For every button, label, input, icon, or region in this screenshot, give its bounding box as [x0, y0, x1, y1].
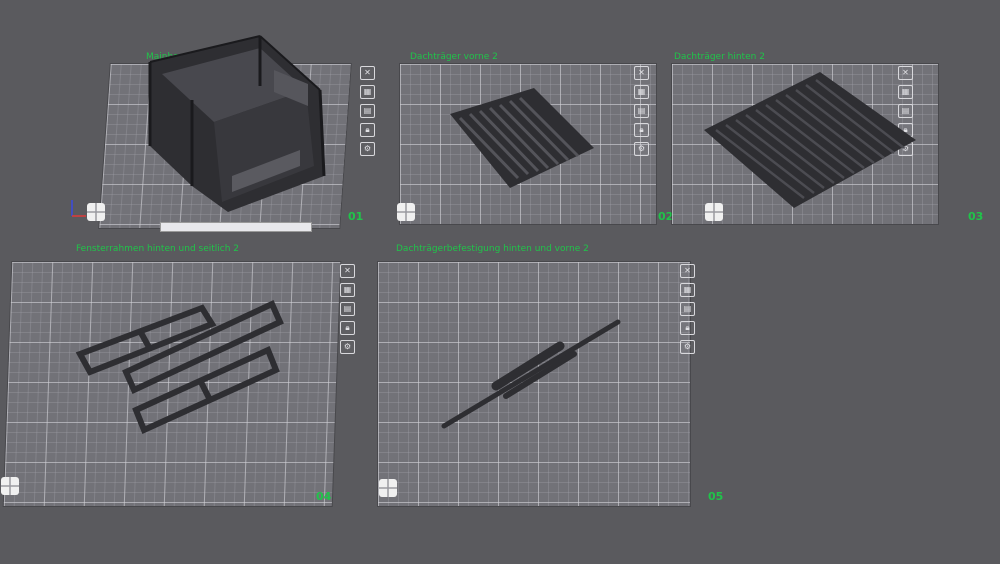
- axis-indicator: [71, 200, 86, 217]
- settings-icon[interactable]: ⚙: [680, 340, 695, 354]
- arrange-icon[interactable]: ▦: [360, 85, 375, 99]
- roof-rack-rear-model[interactable]: [702, 70, 918, 210]
- arrange-icon[interactable]: ▦: [680, 283, 695, 297]
- plate-01-corner-icon: [87, 203, 105, 221]
- plate-04-label: Fensterrahmen hinten und seitlich 2: [76, 244, 240, 254]
- plate-03-label: Dachträger hinten 2: [674, 52, 765, 62]
- plate-05-number: 05: [708, 490, 724, 503]
- close-icon[interactable]: ✕: [340, 264, 355, 278]
- mainbox-model[interactable]: [110, 26, 340, 216]
- settings-icon[interactable]: ⚙: [340, 340, 355, 354]
- close-icon[interactable]: ✕: [360, 66, 375, 80]
- plate-02-tools: ✕ ▦ ▤ 🔒︎ ⚙: [634, 66, 649, 156]
- arrange-icon[interactable]: ▦: [340, 283, 355, 297]
- roof-rack-front-model[interactable]: [448, 86, 596, 190]
- close-icon[interactable]: ✕: [634, 66, 649, 80]
- plate-01-number: 01: [348, 210, 364, 223]
- plate-05-corner-icon: [379, 479, 397, 497]
- roof-rack-mount-model[interactable]: [440, 316, 624, 432]
- window-frames-model[interactable]: [75, 298, 286, 448]
- arrange-icon[interactable]: ▦: [634, 85, 649, 99]
- orient-icon[interactable]: ▤: [340, 302, 355, 316]
- plate-01-tools: ✕ ▦ ▤ 🔒︎ ⚙: [360, 66, 375, 156]
- plate-01-bottom-strip: [160, 222, 312, 232]
- plate-02-corner-icon: [397, 203, 415, 221]
- plate-04-corner-icon: [1, 477, 19, 495]
- orient-icon[interactable]: ▤: [360, 104, 375, 118]
- plate-05-label: Dachträgerbefestigung hinten und vorne 2: [396, 244, 589, 254]
- plate-05-tools: ✕ ▦ ▤ 🔒︎ ⚙: [680, 264, 695, 354]
- lock-icon[interactable]: 🔒︎: [634, 123, 649, 137]
- plate-04-tools: ✕ ▦ ▤ 🔒︎ ⚙: [340, 264, 355, 354]
- plate-03-number: 03: [968, 210, 984, 223]
- lock-icon[interactable]: 🔒︎: [340, 321, 355, 335]
- close-icon[interactable]: ✕: [680, 264, 695, 278]
- settings-icon[interactable]: ⚙: [360, 142, 375, 156]
- lock-icon[interactable]: 🔒︎: [360, 123, 375, 137]
- orient-icon[interactable]: ▤: [680, 302, 695, 316]
- plate-04-number: 04: [316, 490, 332, 503]
- lock-icon[interactable]: 🔒︎: [680, 321, 695, 335]
- plate-02-label: Dachträger vorne 2: [410, 52, 498, 62]
- orient-icon[interactable]: ▤: [634, 104, 649, 118]
- settings-icon[interactable]: ⚙: [634, 142, 649, 156]
